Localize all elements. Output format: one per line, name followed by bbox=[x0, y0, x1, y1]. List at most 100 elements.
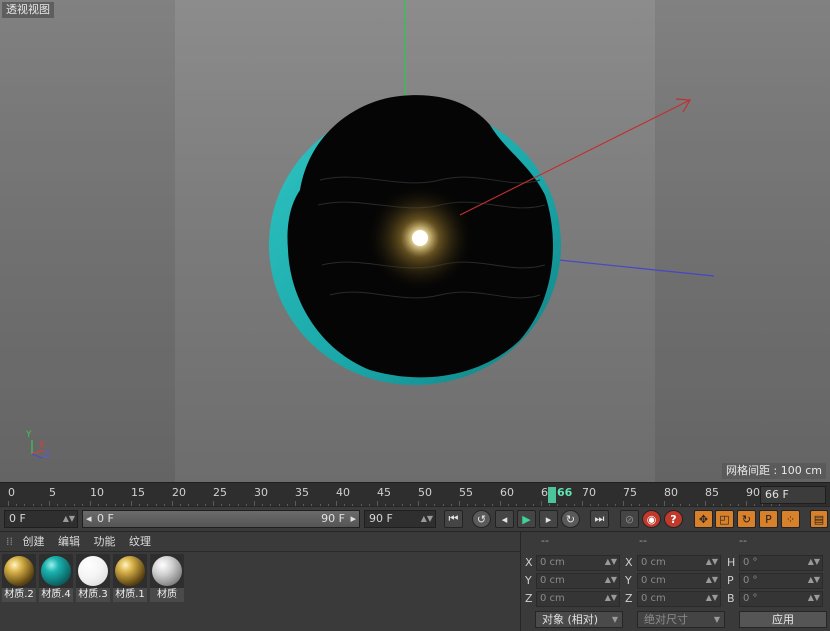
gizmo-x bbox=[31, 449, 45, 455]
spinner-icon[interactable]: ▲▼ bbox=[605, 555, 617, 569]
material-swatch-1[interactable]: 材质.2 bbox=[2, 554, 36, 602]
size-z-field[interactable]: 0 cm ▲▼ bbox=[637, 591, 721, 607]
ruler-label: 30 bbox=[254, 486, 268, 499]
gizmo-z bbox=[31, 453, 43, 459]
range-left-handle-icon[interactable]: ◂ bbox=[86, 511, 92, 527]
size-x-field[interactable]: 0 cm ▲▼ bbox=[637, 555, 721, 571]
panel-grip-icon[interactable]: ⁞⁞ bbox=[6, 535, 13, 548]
size-mode-dropdown[interactable]: 绝对尺寸 ▼ bbox=[637, 611, 725, 628]
preview-range-slider[interactable]: ◂ 0 F 90 F ▸ bbox=[82, 510, 360, 528]
spinner-icon[interactable]: ▲▼ bbox=[605, 573, 617, 587]
material-preview bbox=[4, 556, 34, 586]
position-header: -- bbox=[541, 534, 549, 547]
size-y-label: Y bbox=[625, 574, 632, 587]
material-manager: ⁞⁞ 创建 编辑 功能 纹理 材质.2 材质.4 材质.3 材质.1 材质 bbox=[0, 531, 520, 631]
gizmo-x-label: X bbox=[39, 440, 46, 450]
play-button[interactable]: ▶ bbox=[517, 510, 536, 528]
rot-p-field[interactable]: 0 ° ▲▼ bbox=[739, 573, 823, 589]
coordinate-mode-dropdown[interactable]: 对象 (相对) ▼ bbox=[535, 611, 623, 628]
spinner-icon[interactable]: ▲▼ bbox=[63, 511, 75, 527]
spinner-icon[interactable]: ▲▼ bbox=[421, 511, 433, 527]
ruler-label: 70 bbox=[582, 486, 596, 499]
end-frame-value: 90 F bbox=[369, 512, 393, 525]
move-key-icon[interactable]: ✥ bbox=[694, 510, 713, 528]
gizmo-z-label: Z bbox=[44, 451, 51, 461]
next-frame-button[interactable]: ▸ bbox=[539, 510, 558, 528]
material-preview bbox=[41, 556, 71, 586]
start-frame-field[interactable]: 0 F ▲▼ bbox=[4, 510, 78, 528]
menu-edit[interactable]: 编辑 bbox=[58, 535, 80, 548]
timeline-ruler[interactable]: 051015202530354045505560657075808590 66 … bbox=[0, 482, 830, 507]
pos-x-label: X bbox=[525, 556, 533, 569]
ruler-ticks: 051015202530354045505560657075808590 bbox=[0, 483, 780, 507]
size-z-label: Z bbox=[625, 592, 633, 605]
ruler-label: 40 bbox=[336, 486, 350, 499]
rot-h-label: H bbox=[727, 556, 736, 569]
rot-b-field[interactable]: 0 ° ▲▼ bbox=[739, 591, 823, 607]
parameter-key-icon[interactable]: P bbox=[759, 510, 778, 528]
ruler-label: 55 bbox=[459, 486, 473, 499]
material-swatch-2[interactable]: 材质.4 bbox=[39, 554, 73, 602]
ruler-label: 15 bbox=[131, 486, 145, 499]
size-mode-value: 绝对尺寸 bbox=[644, 613, 688, 626]
chevron-down-icon: ▼ bbox=[611, 615, 618, 624]
ruler-label: 90 bbox=[746, 486, 760, 499]
spinner-icon[interactable]: ▲▼ bbox=[706, 555, 718, 569]
material-name: 材质.3 bbox=[76, 588, 110, 602]
end-frame-field[interactable]: 90 F ▲▼ bbox=[364, 510, 436, 528]
spinner-icon[interactable]: ▲▼ bbox=[706, 591, 718, 605]
pos-z-label: Z bbox=[525, 592, 533, 605]
ruler-label: 80 bbox=[664, 486, 678, 499]
record-active-objects-icon[interactable]: ⊘ bbox=[620, 510, 639, 528]
material-swatch-5[interactable]: 材质 bbox=[150, 554, 184, 602]
frame-cursor-handle[interactable] bbox=[548, 487, 556, 503]
next-key-button[interactable]: ↻ bbox=[561, 510, 580, 528]
timeline-window-icon[interactable]: ▤ bbox=[810, 510, 828, 528]
menu-create[interactable]: 创建 bbox=[23, 535, 45, 548]
ruler-label: 5 bbox=[49, 486, 56, 499]
spinner-icon[interactable]: ▲▼ bbox=[706, 573, 718, 587]
material-swatch-4[interactable]: 材质.1 bbox=[113, 554, 147, 602]
current-frame-field[interactable]: 66 F bbox=[760, 486, 826, 504]
viewport-title[interactable]: 透视视图 bbox=[2, 2, 54, 18]
size-y-field[interactable]: 0 cm ▲▼ bbox=[637, 573, 721, 589]
pos-z-field[interactable]: 0 cm ▲▼ bbox=[536, 591, 620, 607]
perspective-viewport[interactable]: 透视视图 Y X Z 网格间距 : 100 cm bbox=[0, 0, 830, 482]
rotate-key-icon[interactable]: ↻ bbox=[737, 510, 756, 528]
spinner-icon[interactable]: ▲▼ bbox=[605, 591, 617, 605]
size-header: -- bbox=[639, 534, 647, 547]
range-right-handle-icon[interactable]: ▸ bbox=[350, 511, 356, 527]
go-to-start-button[interactable]: ⏮ bbox=[444, 510, 463, 528]
go-to-end-button[interactable]: ⏭ bbox=[590, 510, 609, 528]
autokey-button[interactable]: ◉ bbox=[642, 510, 661, 528]
spinner-icon[interactable]: ▲▼ bbox=[808, 573, 820, 587]
menu-texture[interactable]: 纹理 bbox=[129, 535, 151, 548]
spinner-icon[interactable]: ▲▼ bbox=[808, 591, 820, 605]
spinner-icon[interactable]: ▲▼ bbox=[808, 555, 820, 569]
range-end-value: 90 F bbox=[321, 512, 345, 525]
pos-y-field[interactable]: 0 cm ▲▼ bbox=[536, 573, 620, 589]
menu-function[interactable]: 功能 bbox=[94, 535, 116, 548]
pos-x-field[interactable]: 0 cm ▲▼ bbox=[536, 555, 620, 571]
previous-frame-button[interactable]: ◂ bbox=[495, 510, 514, 528]
material-preview bbox=[152, 556, 182, 586]
grid-spacing-label: 网格间距 : 100 cm bbox=[722, 463, 826, 479]
pos-y-label: Y bbox=[525, 574, 532, 587]
pla-key-icon[interactable]: ⁘ bbox=[781, 510, 800, 528]
ruler-label: 25 bbox=[213, 486, 227, 499]
material-preview bbox=[115, 556, 145, 586]
ruler-label: 60 bbox=[500, 486, 514, 499]
size-z-value: 0 cm bbox=[641, 593, 666, 604]
rot-h-field[interactable]: 0 ° ▲▼ bbox=[739, 555, 823, 571]
pos-z-value: 0 cm bbox=[540, 593, 565, 604]
ruler-label: 75 bbox=[623, 486, 637, 499]
size-x-label: X bbox=[625, 556, 633, 569]
scale-key-icon[interactable]: ◰ bbox=[715, 510, 734, 528]
previous-key-button[interactable]: ↺ bbox=[472, 510, 491, 528]
material-swatch-3[interactable]: 材质.3 bbox=[76, 554, 110, 602]
keyframe-selection-button[interactable]: ? bbox=[664, 510, 683, 528]
start-frame-value: 0 F bbox=[9, 512, 26, 525]
range-start-value: 0 F bbox=[97, 512, 114, 525]
rot-h-value: 0 ° bbox=[743, 557, 758, 568]
apply-button[interactable]: 应用 bbox=[739, 611, 827, 628]
